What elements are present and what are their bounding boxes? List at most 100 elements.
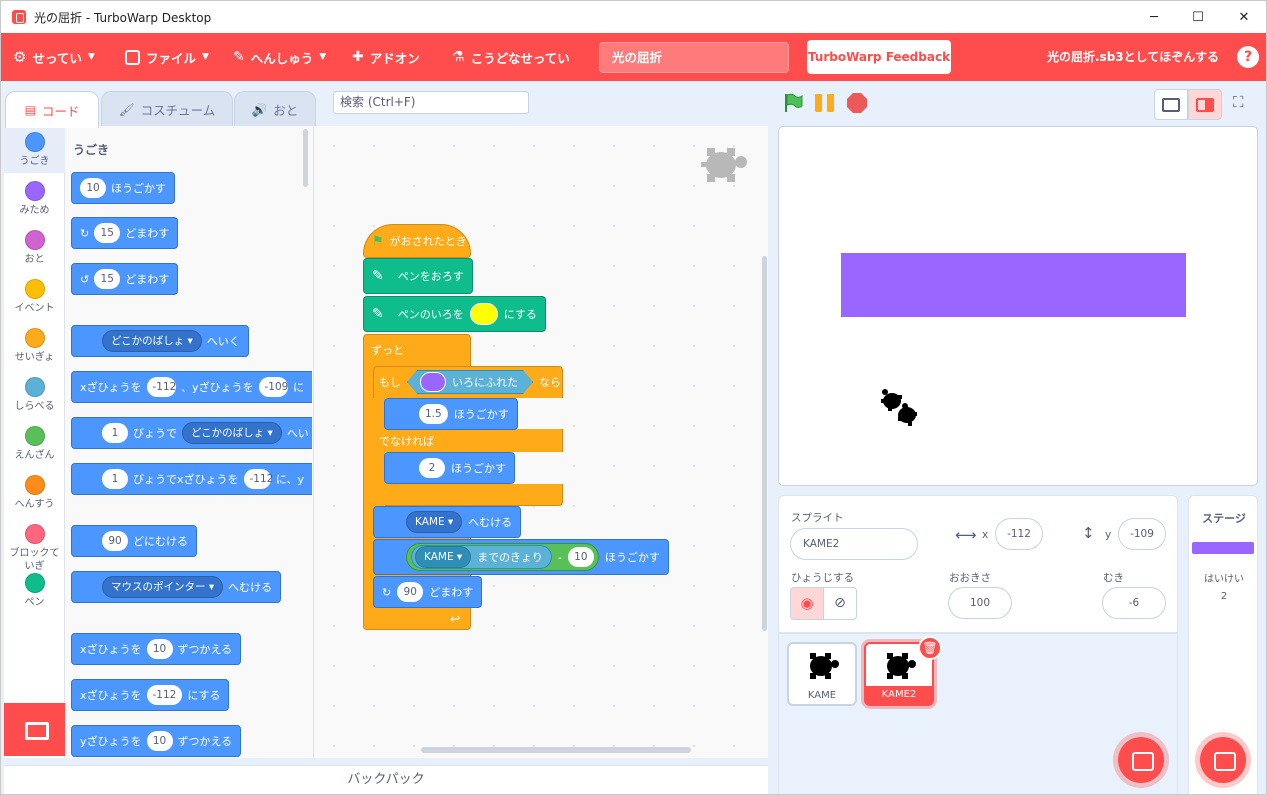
pen-down-block[interactable]: ✎ ペンをおろす — [363, 258, 473, 294]
edit-menu[interactable]: ✎ へんしゅう ▼ — [233, 33, 326, 81]
touching-color-swatch[interactable] — [420, 372, 446, 392]
block-input[interactable]: 10 — [146, 731, 173, 751]
block-input[interactable]: 10 — [567, 547, 594, 567]
delete-sprite-trash-icon[interactable]: 🗑 — [918, 636, 942, 660]
stage-canvas[interactable] — [778, 126, 1258, 486]
tab-sounds[interactable]: 🔊 おと — [234, 91, 316, 127]
settings-menu[interactable]: ⚙ せってい ▼ — [13, 33, 95, 81]
touching-color-condition[interactable]: いろにふれた — [407, 370, 533, 394]
script-workspace[interactable]: ずっと ↩ もし いろにふれた なら でなければ 1.5 ほうごかす 2 ほうご… — [314, 126, 768, 758]
block-dropdown[interactable]: KAME ▾ — [415, 546, 472, 568]
show-sprite-eye-icon[interactable]: ◉ — [790, 587, 824, 620]
block-change-y[interactable]: yざひょうを 10 ずつかえる — [71, 725, 242, 757]
category-item[interactable]: えんざん — [4, 426, 65, 462]
feedback-button[interactable]: TurboWarp Feedback — [807, 40, 951, 74]
small-stage-button[interactable] — [1154, 89, 1188, 120]
add-extension-button[interactable] — [4, 703, 65, 756]
green-flag-icon[interactable] — [783, 93, 803, 113]
block-input[interactable]: -109 — [258, 377, 288, 397]
stop-icon[interactable] — [847, 93, 867, 113]
block-input[interactable]: 1.5 — [419, 404, 448, 424]
block-set-x[interactable]: xざひょうを -112 にする — [71, 679, 230, 711]
block-point-direction[interactable]: 90 どにむける — [71, 525, 197, 557]
point-towards-block[interactable]: KAME ▾ へむける — [373, 506, 522, 538]
subtract-operator[interactable]: KAME ▾ までのきょり - 10 — [406, 543, 599, 571]
tab-costumes[interactable]: 🖌 コスチューム — [101, 91, 233, 127]
category-item[interactable]: ブロックて いぎ — [4, 524, 65, 573]
close-window-button[interactable]: ✕ — [1221, 1, 1266, 33]
category-item[interactable]: へんすう — [4, 475, 65, 511]
block-dropdown[interactable]: どこかのばしょ ▾ — [182, 422, 282, 444]
pause-icon[interactable] — [815, 94, 835, 112]
set-pen-color-block[interactable]: ✎ ペンのいろを にする — [363, 296, 546, 332]
block-glide-xy[interactable]: 1 びょうでxざひょうを -112 に、y — [71, 463, 312, 495]
if-label: もし — [379, 376, 401, 389]
block-input[interactable]: 1 — [102, 469, 128, 489]
block-glide[interactable]: 1 びょうで どこかのばしょ ▾ へい — [71, 417, 312, 449]
tab-code[interactable]: ▤ コード — [5, 91, 99, 128]
block-turn-left[interactable]: ↺ 15 どまわす — [71, 263, 179, 295]
block-dropdown[interactable]: どこかのばしょ ▾ — [102, 330, 202, 352]
category-item[interactable]: みため — [4, 181, 65, 217]
block-input[interactable]: 10 — [146, 639, 173, 659]
category-item[interactable]: おと — [4, 230, 65, 266]
sprite-thumbnail-kame[interactable]: KAME — [787, 642, 857, 706]
hide-sprite-eye-off-icon[interactable]: ⊘ — [823, 587, 857, 620]
direction-field[interactable]: -6 — [1102, 587, 1166, 619]
category-item[interactable]: イベント — [4, 279, 65, 315]
move-steps-block[interactable]: KAME ▾ までのきょり - 10 ほうごかす — [373, 539, 669, 575]
block-input[interactable]: 90 — [397, 582, 424, 602]
category-label: へんすう — [14, 499, 55, 510]
turn-right-block[interactable]: ↻ 90 どまわす — [373, 576, 483, 608]
block-change-x[interactable]: xざひょうを 10 ずつかえる — [71, 633, 242, 665]
block-search-input[interactable]: 検索 (Ctrl+F) — [333, 91, 529, 114]
block-input[interactable]: 15 — [94, 223, 121, 243]
advanced-settings-menu[interactable]: ⚗ こうどなせってい — [452, 33, 570, 81]
move-steps-block[interactable]: 1.5 ほうごかす — [384, 398, 518, 430]
pen-color-swatch[interactable] — [469, 303, 498, 325]
move-steps-block[interactable]: 2 ほうごかす — [384, 452, 515, 484]
backpack-panel[interactable]: バックパック — [4, 765, 768, 794]
category-item[interactable]: しらべる — [4, 377, 65, 413]
block-text: ペンをおろす — [397, 270, 464, 283]
when-flag-clicked-block[interactable]: ⚑ がおされたとき — [363, 224, 471, 258]
block-goto[interactable]: どこかのばしょ ▾ へいく — [71, 325, 249, 357]
minimize-button[interactable]: ─ — [1131, 1, 1177, 33]
block-turn-right[interactable]: ↻ 15 どまわす — [71, 217, 179, 249]
maximize-button[interactable]: ☐ — [1175, 1, 1221, 33]
block-dropdown[interactable]: マウスのポインター ▾ — [102, 576, 224, 598]
block-point-towards[interactable]: マウスのポインター ▾ へむける — [71, 571, 282, 603]
workspace-vertical-scrollbar[interactable] — [762, 256, 767, 631]
file-menu[interactable]: ファイル ▼ — [125, 33, 209, 81]
help-icon[interactable]: ? — [1237, 46, 1259, 68]
block-input[interactable]: 10 — [80, 178, 106, 198]
save-as-button[interactable]: 光の屈折.sb3としてほぞんする — [1047, 33, 1219, 81]
distance-to-reporter[interactable]: KAME ▾ までのきょり — [411, 545, 552, 569]
workspace-horizontal-scrollbar[interactable] — [421, 747, 691, 753]
y-position-field[interactable]: -109 — [1118, 518, 1166, 550]
addons-menu[interactable]: ✚ アドオン — [352, 33, 420, 81]
project-title-input[interactable]: 光の屈折 — [599, 42, 789, 73]
size-field[interactable]: 100 — [948, 587, 1012, 619]
block-input[interactable]: -112 — [243, 469, 273, 489]
block-input[interactable]: -112 — [146, 685, 183, 705]
block-goto-xy[interactable]: xざひょうを -112 、yざひょうを -109 に — [71, 371, 312, 403]
block-input[interactable]: 15 — [94, 269, 121, 289]
block-input[interactable]: 90 — [102, 531, 128, 551]
block-input[interactable]: -112 — [146, 377, 176, 397]
category-item[interactable]: ペン — [4, 573, 65, 609]
block-input[interactable]: 1 — [102, 423, 128, 443]
block-input[interactable]: 2 — [419, 458, 445, 478]
x-position-field[interactable]: -112 — [995, 518, 1043, 550]
block-dropdown[interactable]: KAME ▾ — [406, 511, 463, 533]
category-item[interactable]: うごき — [4, 132, 65, 168]
normal-stage-button[interactable] — [1188, 89, 1222, 120]
turtle-sprite-kame[interactable] — [879, 387, 919, 429]
block-move-steps[interactable]: 10 ほうごかす — [71, 172, 175, 204]
sprite-name-field[interactable]: KAME2 — [790, 528, 918, 560]
category-item[interactable]: せいぎょ — [4, 328, 65, 364]
add-backdrop-button[interactable] — [1200, 737, 1246, 783]
add-sprite-button[interactable] — [1118, 737, 1164, 783]
fullscreen-icon[interactable]: ⛶ — [1233, 93, 1251, 113]
palette-scrollbar[interactable] — [303, 129, 308, 187]
